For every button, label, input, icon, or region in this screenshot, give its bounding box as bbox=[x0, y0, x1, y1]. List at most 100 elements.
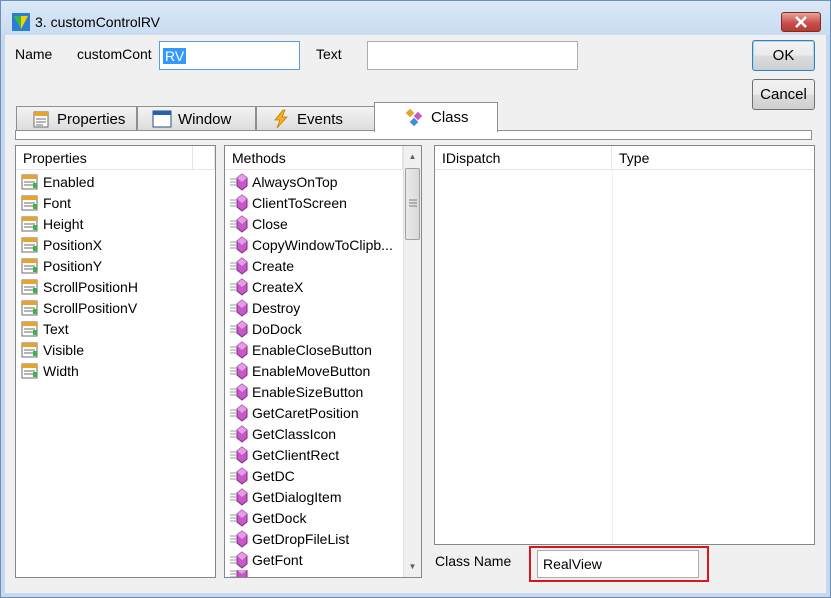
property-item[interactable]: Enabled bbox=[20, 171, 94, 192]
close-icon bbox=[795, 16, 807, 28]
type-column-header[interactable]: Type bbox=[612, 146, 814, 170]
method-item[interactable]: GetDC bbox=[229, 465, 295, 486]
property-item-label: Enabled bbox=[43, 173, 95, 190]
class-name-input[interactable]: RealView bbox=[537, 550, 699, 578]
property-icon bbox=[21, 342, 38, 357]
method-item[interactable]: GetDock bbox=[229, 507, 306, 528]
method-item-label: GetDC bbox=[252, 467, 295, 484]
window-title: 3. customControlRV bbox=[35, 14, 161, 30]
method-item[interactable]: Create bbox=[229, 255, 294, 276]
idispatch-table[interactable]: IDispatch Type bbox=[434, 145, 815, 545]
property-icon bbox=[21, 321, 38, 336]
ok-button[interactable]: OK bbox=[752, 40, 815, 71]
method-icon bbox=[230, 508, 248, 527]
property-item[interactable]: PositionX bbox=[20, 234, 102, 255]
method-item-label: EnableCloseButton bbox=[252, 341, 372, 358]
tab-properties[interactable]: Properties bbox=[16, 106, 137, 131]
property-item[interactable]: PositionY bbox=[20, 255, 102, 276]
method-icon bbox=[230, 298, 248, 317]
property-item-label: Text bbox=[43, 320, 69, 337]
scroll-down-arrow-icon[interactable]: ▼ bbox=[404, 558, 421, 575]
method-item[interactable]: EnableMoveButton bbox=[229, 360, 370, 381]
cancel-button[interactable]: Cancel bbox=[752, 79, 815, 110]
method-item-label: GetDropFileList bbox=[252, 530, 350, 547]
method-item-label: EnableSizeButton bbox=[252, 383, 364, 400]
window-icon bbox=[152, 110, 172, 128]
close-window-button[interactable] bbox=[781, 12, 821, 32]
method-item[interactable]: CreateX bbox=[229, 276, 303, 297]
method-item[interactable]: AlwaysOnTop bbox=[229, 171, 338, 192]
method-item[interactable]: GetDropFileList bbox=[229, 528, 349, 549]
method-item-label: Create bbox=[252, 257, 295, 274]
title-bar[interactable]: 3. customControlRV bbox=[1, 1, 830, 35]
method-icon bbox=[230, 570, 248, 577]
method-icon bbox=[230, 361, 248, 380]
method-item-label: GetDock bbox=[252, 509, 307, 526]
text-label: Text bbox=[316, 46, 342, 62]
method-icon bbox=[230, 193, 248, 212]
name-label: Name bbox=[15, 46, 53, 62]
property-icon bbox=[21, 258, 38, 273]
property-item[interactable]: Width bbox=[20, 360, 79, 381]
method-item[interactable]: EnableCloseButton bbox=[229, 339, 372, 360]
method-item-label: GetDialogItem bbox=[252, 488, 342, 505]
method-icon bbox=[230, 466, 248, 485]
method-item-label: ClientToScreen bbox=[252, 194, 347, 211]
method-item[interactable]: ClientToScreen bbox=[229, 192, 347, 213]
methods-listbox[interactable]: Methods AlwaysOnTop ClientToScreen Close Co… bbox=[224, 145, 422, 578]
method-icon bbox=[230, 172, 248, 191]
tab-window[interactable]: Window bbox=[137, 106, 256, 131]
class-icon bbox=[405, 108, 423, 126]
method-item-label: DoDock bbox=[252, 320, 302, 337]
method-icon bbox=[230, 403, 248, 422]
methods-column-header[interactable]: Methods bbox=[225, 146, 403, 170]
property-item[interactable]: Font bbox=[20, 192, 71, 213]
method-item-label: Destroy bbox=[252, 299, 301, 316]
property-icon bbox=[21, 216, 38, 231]
scroll-up-arrow-icon[interactable]: ▲ bbox=[404, 148, 421, 165]
tab-class-label: Class bbox=[431, 109, 469, 126]
property-item[interactable]: Text bbox=[20, 318, 69, 339]
methods-scroll-thumb[interactable] bbox=[405, 168, 420, 240]
method-item[interactable]: CopyWindowToClipb... bbox=[229, 234, 393, 255]
method-icon bbox=[230, 319, 248, 338]
method-item[interactable]: GetDialogItem bbox=[229, 486, 341, 507]
properties-column-header[interactable]: Properties bbox=[16, 146, 193, 170]
method-item[interactable]: GetCaretPosition bbox=[229, 402, 359, 423]
method-item-label: EnableMoveButton bbox=[252, 362, 371, 379]
method-item[interactable]: Close bbox=[229, 213, 288, 234]
methods-scrollbar[interactable]: ▲ ▼ bbox=[403, 146, 421, 577]
column-divider bbox=[612, 170, 613, 544]
method-item[interactable]: GetClassIcon bbox=[229, 423, 336, 444]
tab-class[interactable]: Class bbox=[374, 102, 498, 132]
method-item[interactable]: Destroy bbox=[229, 297, 300, 318]
properties-listbox[interactable]: Properties Enabled Font Height PositionX Pos… bbox=[15, 145, 216, 578]
method-item-label: CreateX bbox=[252, 278, 304, 295]
lightning-icon bbox=[274, 109, 288, 129]
method-icon bbox=[230, 424, 248, 443]
method-item[interactable]: EnableSizeButton bbox=[229, 381, 363, 402]
method-item-label: Close bbox=[252, 215, 288, 232]
property-icon bbox=[21, 300, 38, 315]
property-item[interactable]: Height bbox=[20, 213, 83, 234]
method-item-label: GetFont bbox=[252, 551, 303, 568]
property-item-label: Visible bbox=[43, 341, 84, 358]
property-item[interactable]: Visible bbox=[20, 339, 84, 360]
method-item-label: GetClientRect bbox=[252, 446, 340, 463]
method-item-label: GetCaretPosition bbox=[252, 404, 359, 421]
idispatch-column-header[interactable]: IDispatch bbox=[435, 146, 612, 170]
property-item-label: Width bbox=[43, 362, 79, 379]
property-item[interactable]: ScrollPositionV bbox=[20, 297, 137, 318]
method-item[interactable]: GetFont bbox=[229, 549, 303, 570]
tab-events[interactable]: Events bbox=[256, 106, 375, 131]
method-item[interactable]: DoDock bbox=[229, 318, 302, 339]
method-item[interactable]: GetClientRect bbox=[229, 444, 339, 465]
name-input[interactable]: RV bbox=[159, 41, 300, 70]
property-item[interactable]: ScrollPositionH bbox=[20, 276, 138, 297]
text-input[interactable] bbox=[367, 41, 578, 70]
dialog-window: 3. customControlRV Name customCont RV Te… bbox=[0, 0, 831, 598]
property-item-label: Height bbox=[43, 215, 84, 232]
method-icon bbox=[230, 235, 248, 254]
property-item-label: PositionX bbox=[43, 236, 103, 253]
method-item-partial bbox=[229, 570, 252, 577]
